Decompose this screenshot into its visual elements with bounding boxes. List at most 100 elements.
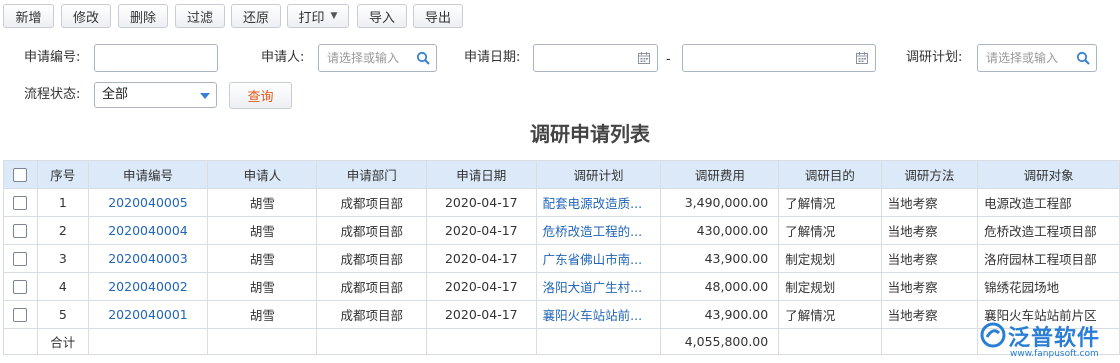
column-header[interactable]: 申请人	[207, 160, 318, 189]
applicant-input[interactable]: 请选择或输入	[318, 44, 437, 72]
cell-plan-link[interactable]: 襄阳火车站站前...	[535, 300, 662, 329]
cell-cost: 48,000.00	[660, 272, 780, 301]
table-row[interactable]: 4 2020040002 胡雪 成都项目部 2020-04-17 洛阳大道广生村…	[3, 272, 1120, 301]
add-button-label: 新增	[15, 10, 42, 26]
page-title: 调研申请列表	[530, 122, 650, 146]
cell-plan-link[interactable]: 广东省佛山市南...	[535, 244, 662, 273]
cell-code-link[interactable]: 2020040004	[87, 216, 209, 245]
table-row[interactable]: 3 2020040003 胡雪 成都项目部 2020-04-17 广东省佛山市南…	[3, 244, 1120, 273]
search-icon[interactable]	[416, 51, 430, 65]
cell-cost: 43,900.00	[660, 300, 780, 329]
table-row[interactable]: 2 2020040004 胡雪 成都项目部 2020-04-17 危桥改造工程的…	[3, 216, 1120, 245]
date-start-input[interactable]	[533, 44, 658, 72]
cell-purpose: 制定规划	[778, 244, 882, 273]
data-table: 序号 申请编号 申请人 申请部门 申请日期 调研计划 调研费用 调研目的 调研方…	[3, 160, 1120, 355]
cell-plan-link[interactable]: 配套电源改造质...	[535, 188, 662, 217]
cell-dept: 成都项目部	[316, 272, 427, 301]
cell-method: 当地考察	[880, 188, 979, 217]
cell-cost: 43,900.00	[660, 244, 780, 273]
row-checkbox[interactable]	[3, 272, 38, 301]
column-header[interactable]: 调研计划	[535, 160, 662, 189]
column-header[interactable]: 申请日期	[425, 160, 537, 189]
total-cost: 4,055,800.00	[660, 328, 780, 355]
total-empty-cell	[880, 328, 979, 355]
column-header[interactable]: 调研方法	[880, 160, 979, 189]
app-no-input[interactable]	[94, 44, 218, 72]
total-label: 合计	[36, 328, 89, 355]
import-button-label: 导入	[368, 10, 395, 26]
cell-target: 洛府园林工程项目部	[977, 244, 1120, 273]
print-button-label: 打印	[298, 10, 325, 26]
cell-plan-link[interactable]: 危桥改造工程的...	[535, 216, 662, 245]
status-select[interactable]: 全部	[94, 82, 217, 108]
row-checkbox[interactable]	[3, 300, 38, 329]
calendar-icon[interactable]	[855, 51, 869, 65]
table-header-row: 序号 申请编号 申请人 申请部门 申请日期 调研计划 调研费用 调研目的 调研方…	[3, 160, 1120, 189]
cell-no: 3	[36, 244, 89, 273]
total-empty-cell	[316, 328, 427, 355]
cell-code-link[interactable]: 2020040003	[87, 244, 209, 273]
cell-code-link[interactable]: 2020040002	[87, 272, 209, 301]
status-value: 全部	[102, 87, 129, 102]
plan-input[interactable]: 请选择或输入	[977, 44, 1097, 72]
query-button-label: 查询	[247, 90, 274, 105]
edit-button[interactable]: 修改	[61, 4, 111, 28]
plan-placeholder: 请选择或输入	[986, 51, 1059, 65]
column-header[interactable]: 调研对象	[977, 160, 1120, 189]
status-label: 流程状态:	[24, 87, 81, 102]
cell-date: 2020-04-17	[425, 300, 537, 329]
column-header[interactable]: 申请部门	[316, 160, 427, 189]
cell-method: 当地考察	[880, 216, 979, 245]
chevron-down-icon	[200, 93, 210, 99]
column-header[interactable]: 调研目的	[778, 160, 882, 189]
export-button[interactable]: 导出	[413, 4, 463, 28]
applicant-label: 申请人:	[261, 50, 305, 65]
table-row[interactable]: 1 2020040005 胡雪 成都项目部 2020-04-17 配套电源改造质…	[3, 188, 1120, 217]
cell-applicant: 胡雪	[207, 300, 318, 329]
cell-dept: 成都项目部	[316, 300, 427, 329]
cell-method: 当地考察	[880, 300, 979, 329]
calendar-icon[interactable]	[637, 51, 651, 65]
cell-code-link[interactable]: 2020040005	[87, 188, 209, 217]
logo-icon	[980, 322, 1006, 348]
import-button[interactable]: 导入	[357, 4, 407, 28]
table-row[interactable]: 5 2020040001 胡雪 成都项目部 2020-04-17 襄阳火车站站前…	[3, 300, 1120, 329]
restore-button[interactable]: 还原	[231, 4, 281, 28]
logo-name: 泛普软件	[1008, 326, 1101, 351]
applicant-placeholder: 请选择或输入	[327, 51, 400, 65]
cell-applicant: 胡雪	[207, 272, 318, 301]
cell-method: 当地考察	[880, 244, 979, 273]
print-button[interactable]: 打印 ▼	[287, 4, 349, 28]
date-label: 申请日期:	[464, 50, 521, 65]
row-checkbox[interactable]	[3, 244, 38, 273]
column-header[interactable]: 序号	[36, 160, 89, 189]
cell-code-link[interactable]: 2020040001	[87, 300, 209, 329]
add-button[interactable]: 新增	[3, 4, 54, 28]
cell-cost: 3,490,000.00	[660, 188, 780, 217]
row-checkbox[interactable]	[3, 188, 38, 217]
cell-dept: 成都项目部	[316, 216, 427, 245]
column-header[interactable]: 调研费用	[660, 160, 780, 189]
cell-purpose: 了解情况	[778, 300, 882, 329]
cell-cost: 430,000.00	[660, 216, 780, 245]
date-end-input[interactable]	[682, 44, 876, 72]
cell-method: 当地考察	[880, 272, 979, 301]
total-empty-cell	[425, 328, 537, 355]
column-header[interactable]: 申请编号	[87, 160, 209, 189]
row-checkbox[interactable]	[3, 216, 38, 245]
cell-date: 2020-04-17	[425, 216, 537, 245]
delete-button[interactable]: 删除	[118, 4, 168, 28]
cell-purpose: 制定规划	[778, 272, 882, 301]
search-icon[interactable]	[1076, 51, 1090, 65]
cell-plan-link[interactable]: 洛阳大道广生村...	[535, 272, 662, 301]
cell-purpose: 了解情况	[778, 188, 882, 217]
total-empty-cell	[87, 328, 209, 355]
select-all-checkbox[interactable]	[3, 160, 38, 189]
cell-date: 2020-04-17	[425, 272, 537, 301]
total-row: 合计 4,055,800.00	[3, 328, 1120, 355]
cell-no: 2	[36, 216, 89, 245]
filter-button[interactable]: 过滤	[175, 4, 225, 28]
export-button-label: 导出	[424, 10, 451, 26]
cell-dept: 成都项目部	[316, 244, 427, 273]
query-button[interactable]: 查询	[229, 82, 292, 109]
